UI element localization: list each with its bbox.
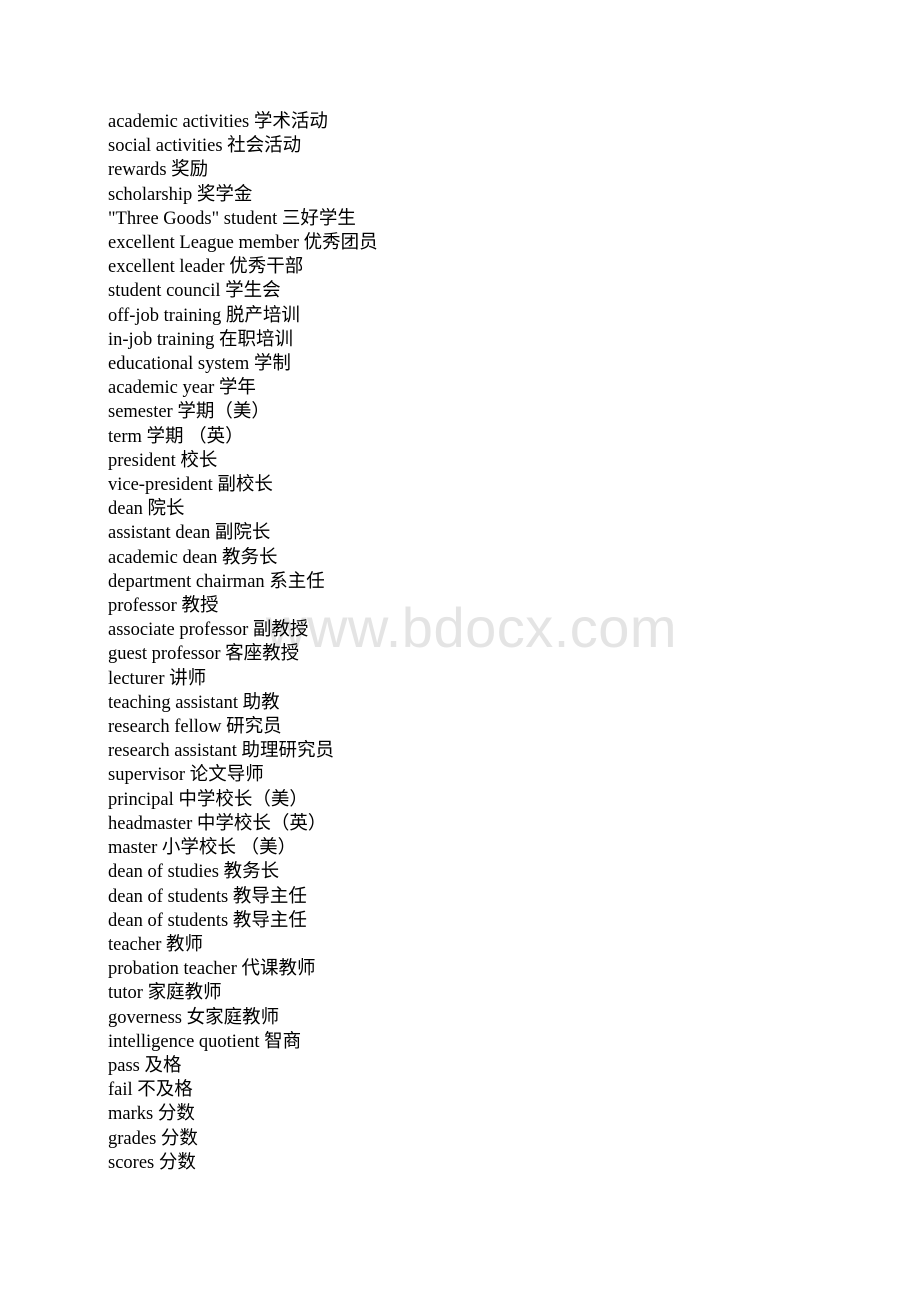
glossary-entry: research fellow 研究员 bbox=[108, 717, 282, 738]
glossary-entry: student council 学生会 bbox=[108, 281, 281, 302]
glossary-entry: semester 学期（美） bbox=[108, 402, 270, 423]
glossary-entry: off-job training 脱产培训 bbox=[108, 305, 300, 326]
glossary-entry: excellent League member 优秀团员 bbox=[108, 233, 378, 254]
glossary-entry: assistant dean 副院长 bbox=[108, 523, 271, 544]
glossary-entry: teaching assistant 助教 bbox=[108, 692, 280, 713]
glossary-entry: excellent leader 优秀干部 bbox=[108, 257, 304, 278]
glossary-entry: academic dean 教务长 bbox=[108, 547, 278, 568]
glossary-entry: vice-president 副校长 bbox=[108, 475, 273, 496]
glossary-entry: dean 院长 bbox=[108, 499, 185, 520]
glossary-entry: headmaster 中学校长（英） bbox=[108, 813, 327, 834]
glossary-entry: dean of students 教导主任 bbox=[108, 886, 307, 907]
glossary-entry: president 校长 bbox=[108, 450, 218, 471]
glossary-entry: educational system 学制 bbox=[108, 354, 291, 375]
glossary-entry: associate professor 副教授 bbox=[108, 620, 309, 641]
glossary-entry: dean of students 教导主任 bbox=[108, 910, 307, 931]
glossary-entry: principal 中学校长（美） bbox=[108, 789, 308, 810]
glossary-entry: teacher 教师 bbox=[108, 934, 204, 955]
glossary-entry: academic activities 学术活动 bbox=[108, 112, 328, 132]
document-page: www.bdocx.com academic activities 学术活动 so… bbox=[0, 0, 920, 1302]
glossary-entry: professor 教授 bbox=[108, 596, 219, 617]
glossary-entry: master 小学校长 （美） bbox=[108, 838, 297, 859]
glossary-entry: fail 不及格 bbox=[108, 1080, 193, 1101]
glossary-entry: lecturer 讲师 bbox=[108, 668, 207, 689]
glossary-entry: research assistant 助理研究员 bbox=[108, 741, 335, 762]
glossary-entry: governess 女家庭教师 bbox=[108, 1007, 280, 1028]
glossary-entry: term 学期 （英） bbox=[108, 426, 244, 447]
glossary-entry: dean of studies 教务长 bbox=[108, 862, 280, 883]
glossary-entry: social activities 社会活动 bbox=[108, 136, 302, 157]
glossary-entry: supervisor 论文导师 bbox=[108, 765, 264, 786]
glossary-list: academic activities 学术活动 social activitie… bbox=[108, 110, 828, 1175]
glossary-entry: scores 分数 bbox=[108, 1152, 196, 1173]
glossary-entry: academic year 学年 bbox=[108, 378, 256, 399]
glossary-entry: "Three Goods" student 三好学生 bbox=[108, 208, 356, 229]
glossary-entry: grades 分数 bbox=[108, 1128, 198, 1149]
glossary-entry: probation teacher 代课教师 bbox=[108, 959, 316, 980]
glossary-entry: marks 分数 bbox=[108, 1104, 195, 1125]
glossary-entry: scholarship 奖学金 bbox=[108, 184, 253, 205]
glossary-entry: guest professor 客座教授 bbox=[108, 644, 300, 665]
glossary-entry: rewards 奖励 bbox=[108, 160, 209, 181]
glossary-entry: intelligence quotient 智商 bbox=[108, 1031, 302, 1052]
glossary-entry: tutor 家庭教师 bbox=[108, 983, 222, 1004]
glossary-entry: pass 及格 bbox=[108, 1055, 182, 1076]
glossary-entry: in-job training 在职培训 bbox=[108, 329, 293, 350]
glossary-entry: department chairman 系主任 bbox=[108, 571, 325, 592]
